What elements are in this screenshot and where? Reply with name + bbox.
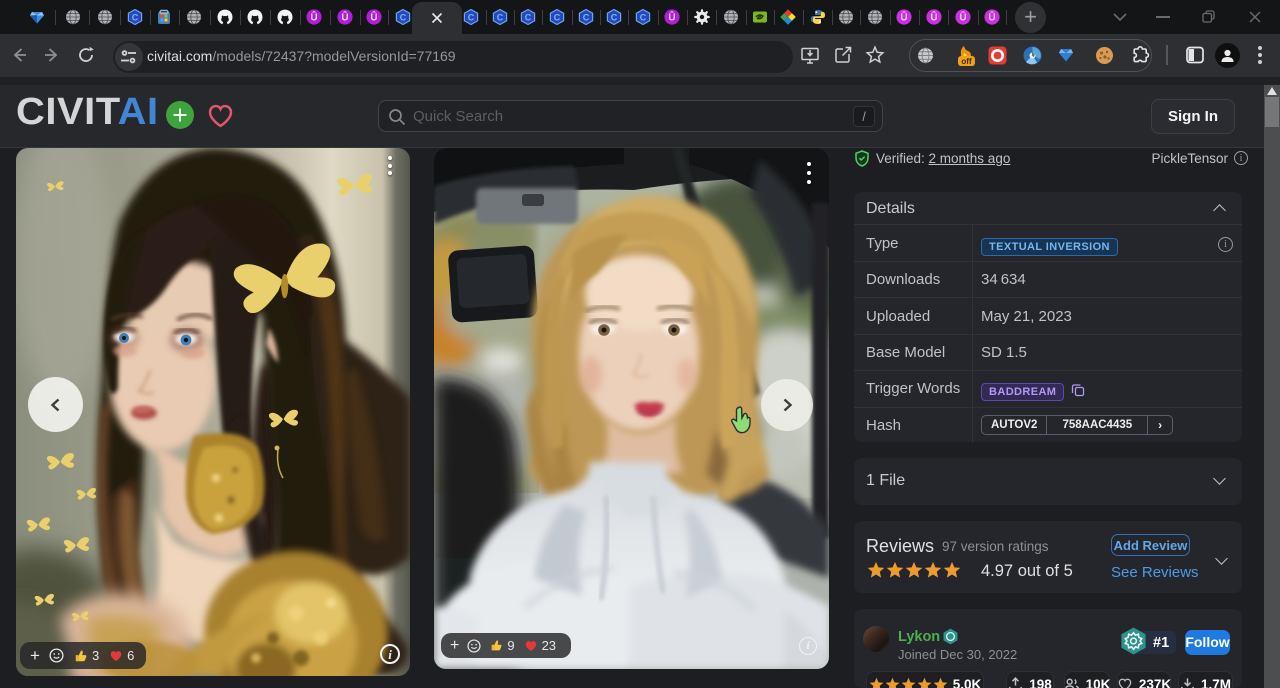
svg-text:C: C [400,12,407,22]
svg-text:Û: Û [370,11,377,24]
svg-text:C: C [611,12,618,22]
svg-text:C: C [525,12,532,22]
svg-text:Û: Û [900,11,907,24]
svg-text:C: C [583,12,590,22]
svg-text:Û: Û [341,11,348,24]
svg-text:off: off [961,57,972,66]
svg-text:Û: Û [988,11,995,24]
svg-text:C: C [554,12,561,22]
svg-text:C: C [640,12,647,22]
svg-text:Û: Û [668,11,675,24]
svg-text:C: C [468,12,475,22]
svg-text:C: C [132,12,139,22]
svg-text:Û: Û [930,11,937,24]
svg-text:Û: Û [959,11,966,24]
svg-text:C: C [497,12,504,22]
svg-text:Û: Û [310,11,317,24]
